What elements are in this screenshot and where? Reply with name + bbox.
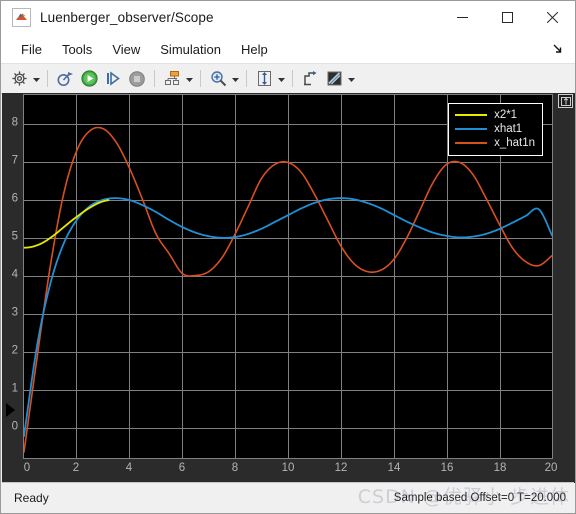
style-button[interactable] <box>322 67 346 90</box>
menu-tools[interactable]: Tools <box>53 39 101 60</box>
legend-label-x-hat1n: x_hat1n <box>494 137 535 149</box>
y-tick-4: 4 <box>11 268 18 281</box>
toolbar-separator-3 <box>200 70 201 87</box>
window-controls <box>440 1 575 34</box>
configuration-properties-button[interactable] <box>7 67 31 90</box>
y-tick-3: 3 <box>11 306 18 319</box>
x-axis-tick-labels: 0 2 4 6 8 10 12 14 16 18 20 <box>23 462 558 480</box>
menu-file[interactable]: File <box>12 39 51 60</box>
style-dropdown-arrow[interactable] <box>346 67 357 90</box>
legend-swatch-xhat1 <box>455 128 488 130</box>
legend-label-x2-1: x2*1 <box>494 109 518 121</box>
y-tick-5: 5 <box>11 230 18 243</box>
zoom-in-button[interactable] <box>206 67 230 90</box>
scope-figure: 8 7 6 5 4 3 2 1 0 x2*1 xhat1 x_hat1n 0 2… <box>2 93 575 483</box>
legend-swatch-x-hat1n <box>455 142 488 144</box>
legend-item-xhat1[interactable]: xhat1 <box>455 122 535 136</box>
title-bar: Luenberger_observer/Scope <box>1 1 575 35</box>
toolbar-separator-1 <box>47 70 48 87</box>
x-tick-6: 6 <box>178 462 186 474</box>
x-tick-8: 8 <box>231 462 239 474</box>
toolbar-separator-5 <box>292 70 293 87</box>
x-tick-2: 2 <box>72 462 80 474</box>
x-tick-4: 4 <box>125 462 133 474</box>
y-tick-6: 6 <box>11 192 18 205</box>
toolbar <box>1 63 575 94</box>
y-tick-7: 7 <box>11 154 18 167</box>
x-tick-14: 14 <box>387 462 401 474</box>
y-tick-2: 2 <box>11 344 18 357</box>
plot-legend[interactable]: x2*1 xhat1 x_hat1n <box>448 103 543 156</box>
x-tick-18: 18 <box>493 462 507 474</box>
matlab-membrane-icon <box>12 8 31 27</box>
x-tick-16: 16 <box>440 462 454 474</box>
maximize-button[interactable] <box>485 1 530 34</box>
menu-simulation[interactable]: Simulation <box>151 39 230 60</box>
x-tick-20: 20 <box>544 462 558 474</box>
legend-label-xhat1: xhat1 <box>494 123 523 135</box>
series-line-x-hat1n <box>24 126 552 453</box>
x-tick-0: 0 <box>23 462 31 474</box>
layout-button[interactable] <box>160 67 184 90</box>
scope-window: Luenberger_observer/Scope File Tools Vie… <box>0 0 576 514</box>
run-button[interactable] <box>77 67 101 90</box>
y-tick-8: 8 <box>11 116 18 129</box>
maximize-axes-icon[interactable] <box>558 94 573 108</box>
run-back-to-start-button[interactable] <box>53 67 77 90</box>
status-message: Ready <box>14 490 49 505</box>
layout-dropdown-arrow[interactable] <box>184 67 195 90</box>
step-forward-button[interactable] <box>101 67 125 90</box>
scroll-caret-icon[interactable] <box>6 403 15 417</box>
status-sample-info: Sample based Offset=0 T=20.000 <box>393 491 566 504</box>
menu-bar: File Tools View Simulation Help <box>1 35 575 63</box>
series-line-x2-1 <box>24 199 110 249</box>
legend-swatch-x2-1 <box>455 114 488 116</box>
menu-overflow-icon[interactable] <box>551 42 565 56</box>
menu-view[interactable]: View <box>103 39 149 60</box>
status-bar: Ready Sample based Offset=0 T=20.000 CSD… <box>2 482 574 512</box>
autoscale-dropdown-arrow[interactable] <box>276 67 287 90</box>
y-tick-1: 1 <box>11 382 18 395</box>
autoscale-button[interactable] <box>252 67 276 90</box>
x-tick-12: 12 <box>334 462 348 474</box>
menu-help[interactable]: Help <box>232 39 277 60</box>
toolbar-separator-2 <box>154 70 155 87</box>
legend-item-x-hat1n[interactable]: x_hat1n <box>455 136 535 150</box>
y-tick-0: 0 <box>11 420 18 433</box>
close-button[interactable] <box>530 1 575 34</box>
window-title: Luenberger_observer/Scope <box>40 10 214 25</box>
toolbar-separator-4 <box>246 70 247 87</box>
minimize-button[interactable] <box>440 1 485 34</box>
cursor-measurements-button[interactable] <box>298 67 322 90</box>
x-tick-10: 10 <box>281 462 295 474</box>
stop-button[interactable] <box>125 67 149 90</box>
configuration-dropdown-arrow[interactable] <box>31 67 42 90</box>
series-line-xhat1 <box>24 197 552 438</box>
legend-item-x2-1[interactable]: x2*1 <box>455 108 535 122</box>
zoom-dropdown-arrow[interactable] <box>230 67 241 90</box>
plot-area[interactable]: x2*1 xhat1 x_hat1n <box>23 94 553 459</box>
